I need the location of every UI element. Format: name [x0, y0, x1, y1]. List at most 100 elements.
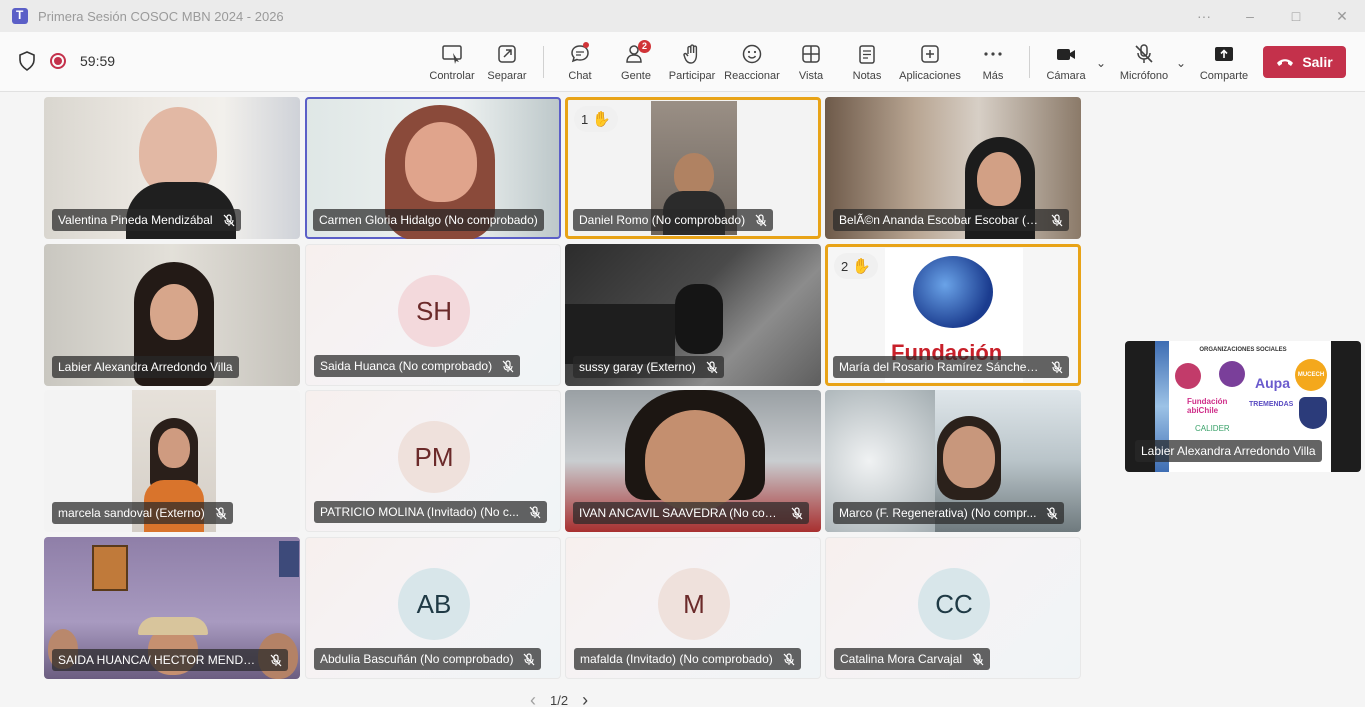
mic-muted-icon [529, 505, 541, 518]
participant-name: SAIDA HUANCA/ HECTOR MENDO... [58, 653, 260, 667]
avatar: SH [398, 275, 470, 347]
participant-tile[interactable]: PM PATRICIO MOLINA (Invitado) (No c... [305, 390, 561, 532]
participant-tile[interactable]: Marco (F. Regenerativa) (No compr... [825, 390, 1081, 532]
participant-name: Valentina Pineda Mendizábal [58, 213, 213, 227]
toolbar-divider [1029, 46, 1030, 78]
participant-tile[interactable]: SH Saida Huanca (No comprobado) [305, 244, 561, 386]
participant-video [405, 122, 477, 202]
more-icon [984, 52, 1002, 56]
participant-name: IVAN ANCAVIL SAAVEDRA (No com... [579, 506, 781, 520]
participant-tile[interactable]: AB Abdulia Bascuñán (No comprobado) [305, 537, 561, 679]
mic-muted-icon [783, 652, 795, 665]
participant-tile[interactable]: M mafalda (Invitado) (No comprobado) [565, 537, 821, 679]
mic-muted-icon [1051, 213, 1063, 226]
participant-tile[interactable]: CC Catalina Mora Carvajal [825, 537, 1081, 679]
control-button[interactable]: Controlar [428, 38, 476, 86]
hang-up-icon [1277, 59, 1294, 66]
participant-tile[interactable]: SAIDA HUANCA/ HECTOR MENDO... [44, 537, 300, 679]
raised-hand-badge: 1 ✋ [574, 106, 618, 132]
avatar: M [658, 568, 730, 640]
mic-options-chevron-icon[interactable]: ⌄ [1176, 56, 1186, 70]
participant-tile[interactable]: Labier Alexandra Arredondo Villa [44, 244, 300, 386]
recording-icon [50, 53, 66, 69]
window-title: Primera Sesión COSOC MBN 2024 - 2026 [38, 8, 284, 24]
prev-page-icon[interactable]: ‹ [530, 690, 536, 707]
more-button[interactable]: Más [980, 38, 1006, 86]
participant-video [977, 152, 1021, 206]
grid-view-icon [802, 45, 820, 63]
participant-tile[interactable]: Fundación 2 ✋ María del Rosario Ramírez S… [825, 244, 1081, 386]
leave-button[interactable]: Salir [1263, 46, 1346, 78]
control-icon [442, 45, 462, 64]
mic-muted-icon [791, 506, 803, 519]
people-button[interactable]: 2 Gente [619, 38, 653, 86]
participant-video [645, 410, 745, 510]
title-bar: Primera Sesión COSOC MBN 2024 - 2026 ···… [0, 0, 1365, 32]
participant-name: Labier Alexandra Arredondo Villa [58, 360, 233, 374]
camera-options-chevron-icon[interactable]: ⌄ [1096, 56, 1106, 70]
camera-icon [1057, 49, 1075, 60]
raise-hand-icon [683, 44, 698, 64]
participant-video [675, 284, 723, 354]
participant-video [150, 284, 198, 340]
participant-name: marcela sandoval (Externo) [58, 506, 205, 520]
raised-hand-icon: ✋ [592, 111, 611, 128]
mic-muted-icon [223, 213, 235, 226]
mic-muted-icon [1046, 506, 1058, 519]
mic-muted-icon [524, 652, 535, 665]
mic-muted-icon [972, 652, 984, 665]
participant-name: Carmen Gloria Hidalgo (No comprobado) [319, 213, 538, 227]
shared-content-tile[interactable]: ORGANIZACIONES SOCIALES Aupa MUCECH Fund… [1125, 341, 1361, 472]
mic-muted-icon [1051, 360, 1063, 373]
people-count-badge: 2 [638, 40, 652, 53]
chat-unread-dot [582, 42, 589, 48]
participant-name: PATRICIO MOLINA (Invitado) (No c... [320, 505, 519, 519]
notes-icon [859, 45, 875, 64]
chat-button[interactable]: Chat [566, 38, 594, 86]
participant-tile[interactable]: BelÃ©n Ananda Escobar Escobar (E... [825, 97, 1081, 239]
raised-hand-icon: ✋ [852, 258, 871, 275]
participant-tile[interactable]: Valentina Pineda Mendizábal [44, 97, 300, 239]
apps-button[interactable]: Aplicaciones [898, 38, 962, 86]
participant-tile[interactable]: 1 ✋ Daniel Romo (No comprobado) [565, 97, 821, 239]
shield-icon[interactable] [18, 51, 36, 71]
participant-name: Catalina Mora Carvajal [840, 652, 963, 666]
mic-muted-icon [706, 360, 718, 373]
minimize-icon[interactable]: – [1227, 0, 1273, 32]
participant-name: Saida Huanca (No comprobado) [320, 359, 493, 373]
add-apps-icon [921, 45, 939, 63]
participant-tile[interactable]: IVAN ANCAVIL SAAVEDRA (No com... [565, 390, 821, 532]
maximize-icon[interactable]: □ [1273, 0, 1319, 32]
share-button[interactable]: Comparte [1199, 38, 1249, 86]
avatar: PM [398, 421, 470, 493]
participant-tile[interactable]: sussy garay (Externo) [565, 244, 821, 386]
microphone-button[interactable]: Micrófono [1118, 38, 1170, 86]
react-button[interactable]: Reaccionar [724, 38, 780, 86]
meeting-timer: 59:59 [80, 53, 116, 69]
participant-name: María del Rosario Ramírez Sánchez ... [839, 360, 1041, 374]
avatar: AB [398, 568, 470, 640]
notes-button[interactable]: Notas [850, 38, 884, 86]
smiley-icon [742, 44, 762, 64]
camera-button[interactable]: Cámara [1046, 38, 1086, 86]
next-page-icon[interactable]: › [582, 690, 588, 707]
logo-badge [1175, 363, 1201, 389]
participant-name: mafalda (Invitado) (No comprobado) [580, 652, 773, 666]
participant-tile[interactable]: Carmen Gloria Hidalgo (No comprobado) [305, 97, 561, 239]
participant-name: Labier Alexandra Arredondo Villa [1141, 444, 1316, 458]
teams-logo-icon [12, 8, 28, 24]
close-icon[interactable]: ✕ [1319, 0, 1365, 32]
raise-hand-button[interactable]: Participar [668, 38, 716, 86]
avatar: CC [918, 568, 990, 640]
pop-out-icon [498, 45, 516, 63]
pop-out-button[interactable]: Separar [487, 38, 527, 86]
participant-name: Daniel Romo (No comprobado) [579, 213, 746, 227]
window-controls: ··· – □ ✕ [1181, 0, 1365, 32]
mic-muted-icon [270, 653, 282, 666]
view-button[interactable]: Vista [796, 38, 826, 86]
toolbar-divider [543, 46, 544, 78]
participant-name: Abdulia Bascuñán (No comprobado) [320, 652, 514, 666]
participant-name: Marco (F. Regenerativa) (No compr... [839, 506, 1037, 520]
participant-tile[interactable]: marcela sandoval (Externo) [44, 390, 300, 532]
more-options-icon[interactable]: ··· [1181, 0, 1227, 32]
